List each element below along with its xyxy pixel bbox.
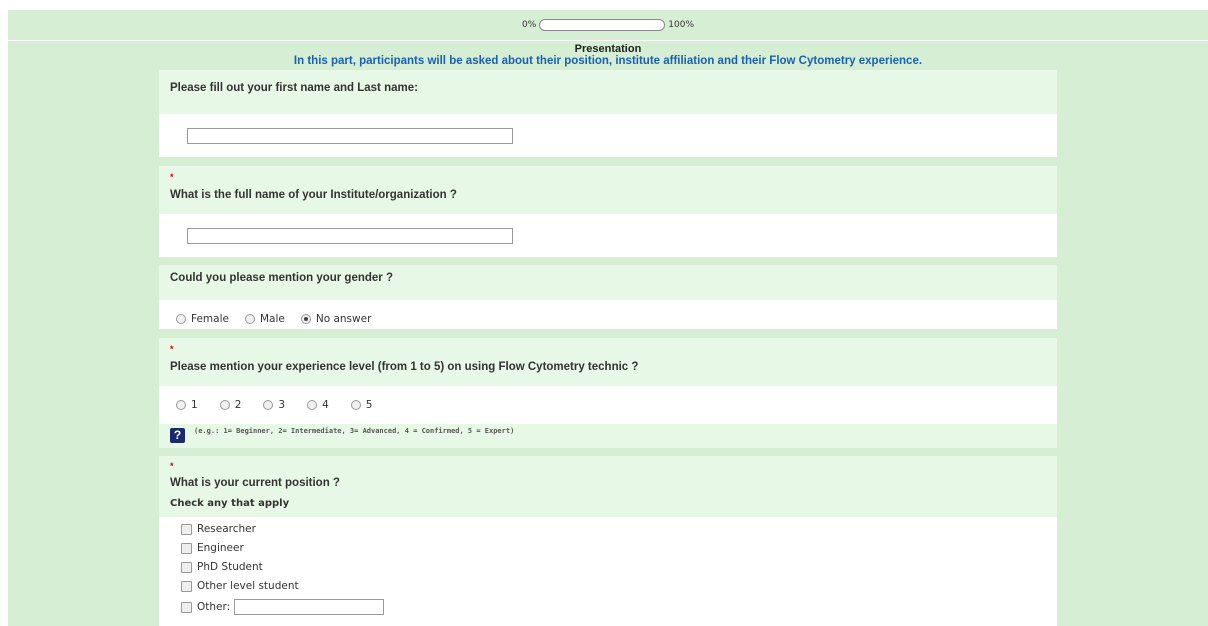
mandatory-marker: * bbox=[170, 172, 174, 182]
question-institute-text: What is the full name of your Institute/… bbox=[170, 189, 457, 201]
radio-button[interactable] bbox=[263, 400, 274, 410]
institute-input[interactable] bbox=[187, 228, 513, 244]
position-option-researcher[interactable]: Researcher bbox=[181, 523, 256, 535]
radio-button[interactable] bbox=[350, 400, 361, 410]
radio-label: Male bbox=[259, 313, 285, 325]
radio-button[interactable] bbox=[176, 400, 186, 410]
help-bar: ? (e.g.: 1= Beginner, 2= Intermediate, 3… bbox=[159, 424, 1057, 448]
group-title: Presentation bbox=[574, 43, 642, 55]
position-option-engineer[interactable]: Engineer bbox=[181, 542, 244, 554]
experience-option-2[interactable]: 2 bbox=[219, 399, 242, 411]
progress-bar bbox=[539, 19, 666, 31]
radio-button[interactable] bbox=[244, 314, 255, 324]
position-option-phd-student[interactable]: PhD Student bbox=[181, 561, 263, 573]
checkbox-label: Other: bbox=[197, 601, 231, 613]
question-institute: * What is the full name of your Institut… bbox=[159, 166, 1057, 257]
experience-option-1[interactable]: 1 bbox=[176, 399, 198, 411]
question-gender-text: Could you please mention your gender ? bbox=[170, 272, 393, 284]
experience-option-3[interactable]: 3 bbox=[263, 399, 285, 411]
radio-label: 5 bbox=[365, 399, 373, 411]
question-position: * What is your current position ? Check … bbox=[159, 456, 1057, 626]
question-position-subtitle: Check any that apply bbox=[170, 498, 290, 509]
radio-button[interactable] bbox=[176, 314, 186, 324]
group-description: In this part, participants will be asked… bbox=[293, 55, 923, 67]
radio-label: Female bbox=[191, 313, 229, 325]
progress-end-label: 100% bbox=[668, 20, 694, 30]
radio-label: No answer bbox=[315, 313, 372, 325]
experience-option-5[interactable]: 5 bbox=[350, 399, 373, 411]
checkbox-label: Other level student bbox=[197, 580, 299, 592]
question-experience: * Please mention your experience level (… bbox=[159, 338, 1057, 448]
question-experience-header: * Please mention your experience level (… bbox=[159, 338, 1057, 386]
checkbox-label: Engineer bbox=[197, 542, 244, 554]
checkbox-label: Researcher bbox=[197, 523, 256, 535]
group-header: Presentation In this part, participants … bbox=[8, 41, 1208, 68]
progress-row: 0% 100% bbox=[8, 10, 1208, 41]
question-name-text: Please fill out your first name and Last… bbox=[170, 82, 418, 94]
question-name-header: Please fill out your first name and Last… bbox=[159, 70, 1057, 114]
experience-radio-group: 1 2 3 4 5 bbox=[176, 399, 394, 411]
question-experience-text: Please mention your experience level (fr… bbox=[170, 361, 639, 373]
mandatory-marker: * bbox=[170, 344, 174, 354]
radio-button[interactable] bbox=[219, 400, 230, 410]
help-text: (e.g.: 1= Beginner, 2= Intermediate, 3= … bbox=[194, 427, 515, 435]
checkbox[interactable] bbox=[181, 561, 192, 573]
radio-button[interactable] bbox=[307, 400, 318, 410]
question-position-header: * What is your current position ? Check … bbox=[159, 456, 1057, 517]
radio-label: 2 bbox=[234, 399, 242, 411]
other-position-input[interactable] bbox=[234, 599, 385, 615]
question-name: Please fill out your first name and Last… bbox=[159, 70, 1057, 157]
experience-option-4[interactable]: 4 bbox=[307, 399, 329, 411]
name-input[interactable] bbox=[187, 128, 513, 144]
radio-label: 3 bbox=[278, 399, 286, 411]
question-gender: Could you please mention your gender ? F… bbox=[159, 265, 1057, 329]
question-institute-header: * What is the full name of your Institut… bbox=[159, 166, 1057, 214]
gender-option-no-answer[interactable]: No answer bbox=[300, 313, 372, 325]
checkbox[interactable] bbox=[181, 523, 192, 535]
gender-option-female[interactable]: Female bbox=[176, 313, 229, 325]
radio-button[interactable] bbox=[300, 314, 311, 324]
checkbox-label: PhD Student bbox=[197, 561, 263, 573]
help-icon: ? bbox=[170, 428, 185, 443]
checkbox[interactable] bbox=[181, 542, 192, 554]
radio-label: 4 bbox=[322, 399, 329, 411]
checkbox[interactable] bbox=[181, 580, 192, 592]
radio-label: 1 bbox=[191, 399, 198, 411]
progress-start-label: 0% bbox=[521, 20, 537, 30]
position-option-other[interactable]: Other: bbox=[181, 599, 385, 615]
gender-radio-group: Female Male No answer bbox=[176, 313, 387, 325]
checkbox[interactable] bbox=[181, 601, 192, 613]
position-option-other-level-student[interactable]: Other level student bbox=[181, 580, 299, 592]
question-position-text: What is your current position ? bbox=[170, 477, 340, 489]
mandatory-marker: * bbox=[170, 461, 174, 471]
question-gender-header: Could you please mention your gender ? bbox=[159, 265, 1057, 300]
gender-option-male[interactable]: Male bbox=[244, 313, 285, 325]
